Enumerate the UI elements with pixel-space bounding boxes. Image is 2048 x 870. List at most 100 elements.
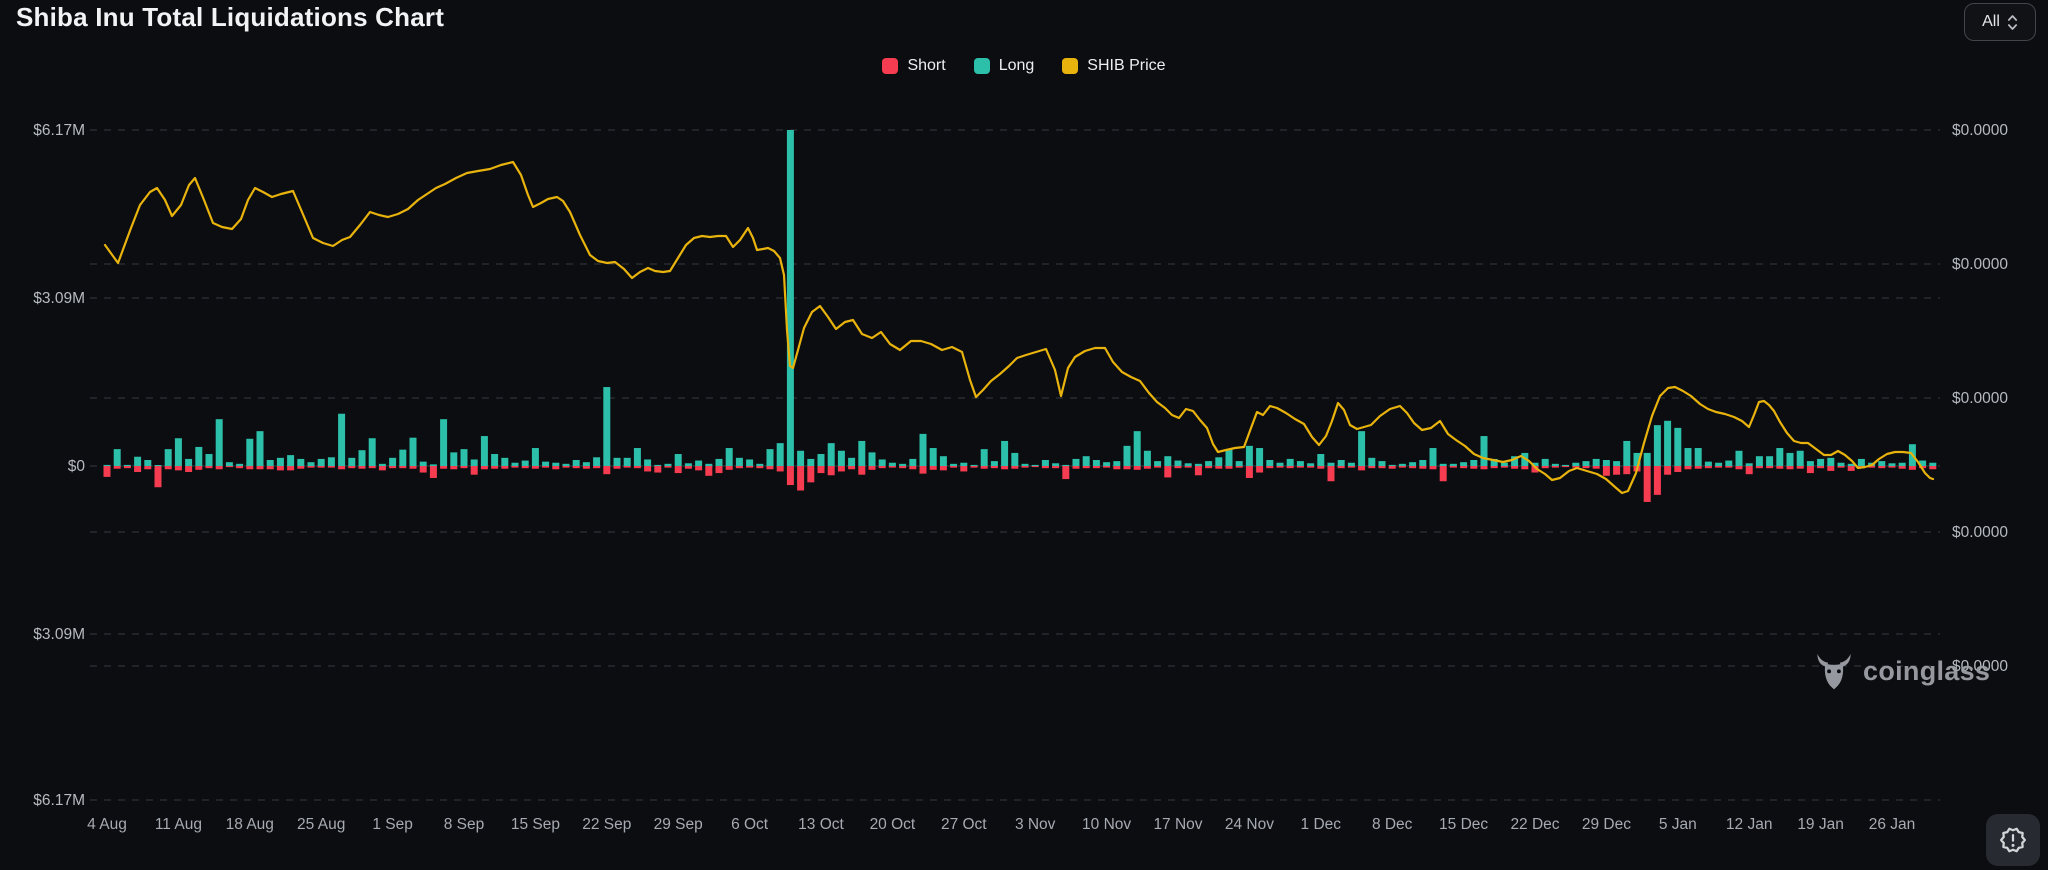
long-bar[interactable] (542, 462, 549, 466)
long-bar[interactable] (1501, 463, 1508, 466)
short-bar[interactable] (1124, 466, 1131, 469)
long-bar[interactable] (1277, 463, 1284, 466)
long-bar[interactable] (807, 459, 814, 466)
short-bar[interactable] (1889, 466, 1896, 468)
long-bar[interactable] (144, 460, 151, 466)
long-bar[interactable] (563, 464, 570, 466)
long-bar[interactable] (960, 463, 967, 466)
short-bar[interactable] (430, 466, 437, 478)
short-bar[interactable] (603, 466, 610, 474)
short-bar[interactable] (777, 466, 784, 471)
long-bar[interactable] (1460, 462, 1467, 466)
long-bar[interactable] (1205, 461, 1212, 466)
long-bar[interactable] (175, 438, 182, 466)
long-bar[interactable] (1287, 459, 1294, 466)
long-bar[interactable] (1746, 463, 1753, 466)
long-bar[interactable] (104, 465, 111, 466)
long-bar[interactable] (532, 448, 539, 466)
short-bar[interactable] (716, 466, 723, 473)
long-bar[interactable] (287, 455, 294, 466)
long-bar[interactable] (1256, 448, 1263, 466)
short-bar[interactable] (104, 466, 111, 477)
long-bar[interactable] (450, 452, 457, 466)
long-bar[interactable] (1419, 460, 1426, 466)
short-bar[interactable] (838, 466, 845, 471)
long-bar[interactable] (501, 458, 508, 466)
short-bar[interactable] (471, 466, 478, 475)
short-bar[interactable] (1899, 466, 1906, 469)
short-bar[interactable] (818, 466, 825, 473)
short-bar[interactable] (787, 466, 794, 485)
long-bar[interactable] (1266, 460, 1273, 466)
short-bar[interactable] (1062, 466, 1069, 479)
long-bar[interactable] (705, 464, 712, 466)
long-bar[interactable] (1399, 464, 1406, 466)
short-bar[interactable] (1011, 466, 1018, 469)
long-bar[interactable] (665, 464, 672, 466)
long-bar[interactable] (338, 414, 345, 466)
short-bar[interactable] (155, 466, 162, 487)
long-bar[interactable] (1552, 464, 1559, 466)
long-bar[interactable] (1838, 463, 1845, 466)
short-bar[interactable] (1001, 466, 1008, 469)
long-bar[interactable] (1358, 431, 1365, 466)
short-bar[interactable] (481, 466, 488, 469)
short-bar[interactable] (1266, 466, 1273, 468)
long-bar[interactable] (359, 450, 366, 466)
long-bar[interactable] (1011, 453, 1018, 466)
short-bar[interactable] (1164, 466, 1171, 477)
long-bar[interactable] (195, 447, 202, 466)
long-bar[interactable] (1389, 465, 1396, 466)
short-bar[interactable] (879, 466, 886, 468)
long-bar[interactable] (1899, 463, 1906, 466)
long-bar[interactable] (1185, 463, 1192, 466)
long-bar[interactable] (1470, 460, 1477, 466)
short-bar[interactable] (1450, 466, 1457, 468)
short-bar[interactable] (308, 466, 315, 468)
long-bar[interactable] (1685, 448, 1692, 466)
short-bar[interactable] (226, 466, 233, 467)
long-bar[interactable] (756, 464, 763, 466)
long-bar[interactable] (1430, 448, 1437, 466)
long-bar[interactable] (1889, 463, 1896, 466)
short-bar[interactable] (1328, 466, 1335, 481)
short-bar[interactable] (1827, 466, 1834, 471)
long-bar[interactable] (297, 459, 304, 466)
short-bar[interactable] (165, 466, 172, 469)
long-bar[interactable] (1246, 446, 1253, 466)
short-bar[interactable] (410, 466, 417, 469)
long-bar[interactable] (1562, 465, 1569, 466)
long-bar[interactable] (1776, 448, 1783, 466)
long-bar[interactable] (420, 462, 427, 466)
short-bar[interactable] (216, 466, 223, 469)
long-bar[interactable] (1766, 456, 1773, 466)
short-bar[interactable] (1134, 466, 1141, 470)
short-bar[interactable] (1317, 466, 1324, 469)
long-bar[interactable] (1481, 436, 1488, 466)
short-bar[interactable] (1501, 466, 1508, 468)
short-bar[interactable] (512, 466, 519, 468)
short-bar[interactable] (491, 466, 498, 469)
short-bar[interactable] (909, 466, 916, 469)
long-bar[interactable] (471, 459, 478, 466)
long-bar[interactable] (991, 461, 998, 466)
long-bar[interactable] (848, 458, 855, 466)
short-bar[interactable] (338, 466, 345, 469)
short-bar[interactable] (1093, 466, 1100, 468)
short-bar[interactable] (583, 466, 590, 469)
long-bar[interactable] (165, 449, 172, 466)
short-bar[interactable] (1593, 466, 1600, 469)
long-bar[interactable] (828, 443, 835, 466)
long-bar[interactable] (461, 449, 468, 466)
short-bar[interactable] (287, 466, 294, 470)
short-bar[interactable] (440, 466, 447, 469)
short-bar[interactable] (971, 466, 978, 468)
long-bar[interactable] (971, 465, 978, 466)
short-bar[interactable] (318, 466, 325, 468)
short-bar[interactable] (1725, 466, 1732, 468)
short-bar[interactable] (1685, 466, 1692, 469)
short-bar[interactable] (1032, 466, 1039, 467)
short-bar[interactable] (1144, 466, 1151, 469)
long-bar[interactable] (267, 460, 274, 466)
short-bar[interactable] (1552, 466, 1559, 468)
